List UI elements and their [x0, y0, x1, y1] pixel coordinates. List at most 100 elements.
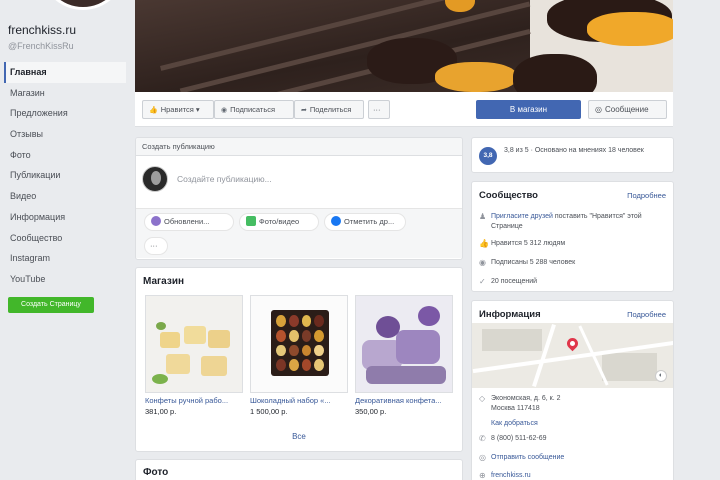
- nav-item-videos[interactable]: Видео: [4, 186, 126, 207]
- visits-row: ✓ 20 посещений: [479, 277, 664, 287]
- directions-link[interactable]: Как добраться: [491, 419, 538, 429]
- phone-icon: ✆: [479, 434, 486, 443]
- info-more-link[interactable]: Подробнее: [627, 310, 666, 319]
- website-link[interactable]: frenchkiss.ru: [491, 471, 531, 480]
- page-action-bar: 👍 Нравится ▾ ◉ Подписаться ➦ Поделиться ···…: [135, 92, 673, 127]
- product-image[interactable]: [250, 295, 348, 393]
- flower-shape: [418, 306, 440, 326]
- shop-title: Магазин: [143, 276, 185, 287]
- send-message-link[interactable]: Отправить сообщение: [491, 453, 564, 463]
- update-icon: [151, 216, 161, 227]
- location-icon: ◇: [479, 394, 486, 403]
- community-title: Сообщество: [479, 190, 538, 201]
- thumbs-up-icon: 👍: [149, 107, 158, 114]
- phone-number[interactable]: 8 (800) 511-62-69: [491, 434, 547, 444]
- phone-row: ✆ 8 (800) 511-62-69: [479, 434, 664, 444]
- website-row: ⊕ frenchkiss.ru: [479, 471, 664, 480]
- nav-item-shop[interactable]: Магазин: [4, 83, 126, 104]
- nav-item-home[interactable]: Главная: [4, 62, 126, 83]
- composer-title: Создать публикацию: [136, 138, 462, 156]
- product-card[interactable]: Шоколадный набор «... 1 500,00 р.: [250, 295, 348, 416]
- message-row: ◎ Отправить сообщение: [479, 453, 664, 463]
- location-map[interactable]: ◐: [472, 323, 673, 388]
- follow-button[interactable]: ◉ Подписаться: [214, 100, 294, 119]
- invite-row: ♟ Пригласите друзей поставить "Нравится"…: [479, 212, 642, 230]
- dessert-shape: [160, 332, 180, 348]
- product-card[interactable]: Конфеты ручной рабо... 381,00 р.: [145, 295, 243, 416]
- candy-piece: [513, 54, 597, 92]
- nav-item-community[interactable]: Сообщество: [4, 228, 126, 249]
- status-update-button[interactable]: Обновлени...: [144, 213, 234, 231]
- tag-friends-icon: [331, 216, 341, 227]
- composer-input[interactable]: Создайте публикацию...: [177, 174, 272, 184]
- photo-video-button[interactable]: Фото/видео: [239, 213, 319, 231]
- info-card: Информация Подробнее ◐ ◇ Экономская, д. …: [471, 300, 674, 480]
- like-button[interactable]: 👍 Нравится ▾: [142, 100, 214, 119]
- thumbs-up-icon: 👍: [479, 239, 489, 248]
- see-all-products-link[interactable]: Все: [136, 432, 462, 441]
- nav-item-reviews[interactable]: Отзывы: [4, 124, 126, 145]
- checkin-icon: ✓: [479, 277, 486, 286]
- nav-item-instagram[interactable]: Instagram: [4, 248, 126, 269]
- page-handle[interactable]: @FrenchKissRu: [8, 41, 74, 51]
- share-button[interactable]: ➦ Поделиться: [294, 100, 364, 119]
- address-row: ◇ Экономская, д. 6, к. 2 Москва 117418: [479, 394, 664, 414]
- address-text: Экономская, д. 6, к. 2 Москва 117418: [491, 395, 561, 412]
- composer-row[interactable]: Создайте публикацию...: [142, 166, 272, 192]
- page-nav: Главная Магазин Предложения Отзывы Фото …: [4, 62, 126, 290]
- left-sidebar: frenchkiss.ru @FrenchKissRu Главная Мага…: [0, 0, 130, 480]
- leaf-shape: [152, 374, 168, 384]
- map-pin-icon: [564, 335, 581, 352]
- rss-icon: ◉: [479, 258, 486, 267]
- dessert-shape: [184, 326, 206, 344]
- dessert-shape: [166, 354, 190, 374]
- product-card[interactable]: Декоративная конфета... 350,00 р.: [355, 295, 453, 416]
- cover-photo[interactable]: [135, 0, 673, 92]
- product-price: 350,00 р.: [355, 407, 387, 416]
- page-avatar[interactable]: [40, 0, 126, 10]
- followers-count: Подписаны 5 288 человек: [491, 259, 576, 266]
- followers-row: ◉ Подписаны 5 288 человек: [479, 258, 664, 268]
- product-price: 381,00 р.: [145, 407, 177, 416]
- nav-item-posts[interactable]: Публикации: [4, 165, 126, 186]
- nav-item-photos[interactable]: Фото: [4, 145, 126, 166]
- messenger-icon: ◎: [595, 105, 602, 114]
- product-name[interactable]: Декоративная конфета...: [355, 396, 453, 405]
- community-more-link[interactable]: Подробнее: [627, 191, 666, 200]
- composer-actions: Обновлени... Фото/видео Отметить др... ·…: [136, 208, 462, 258]
- info-title: Информация: [479, 309, 541, 320]
- more-actions-button[interactable]: ···: [368, 100, 390, 119]
- nav-item-info[interactable]: Информация: [4, 207, 126, 228]
- shop-now-button[interactable]: В магазин: [476, 100, 581, 119]
- photos-title[interactable]: Фото: [143, 467, 168, 478]
- product-name[interactable]: Шоколадный набор «...: [250, 396, 348, 405]
- create-page-button[interactable]: Создать Страницу: [8, 297, 94, 313]
- invite-friends-link[interactable]: Пригласите друзей: [491, 213, 553, 220]
- composer-card: Создать публикацию Создайте публикацию..…: [135, 137, 463, 260]
- street-view-icon[interactable]: ◐: [655, 370, 667, 382]
- directions-row: Как добраться: [479, 419, 664, 429]
- dessert-shape: [201, 356, 227, 376]
- tag-friends-button[interactable]: Отметить др...: [324, 213, 406, 231]
- composer-avatar: [142, 166, 168, 192]
- product-image[interactable]: [145, 295, 243, 393]
- dessert-shape: [208, 330, 230, 348]
- globe-icon: ⊕: [479, 471, 486, 480]
- message-button[interactable]: ◎ Сообщение: [588, 100, 667, 119]
- composer-more-button[interactable]: ···: [144, 237, 168, 255]
- flower-shape: [376, 316, 400, 338]
- rating-summary[interactable]: 3,8 из 5 · Основано на мнениях 18 челове…: [504, 146, 664, 156]
- leaf-shape: [156, 322, 166, 330]
- likes-row: 👍 Нравится 5 312 людям: [479, 239, 664, 249]
- nav-item-youtube[interactable]: YouTube: [4, 269, 126, 290]
- nav-item-offers[interactable]: Предложения: [4, 103, 126, 124]
- visits-count: 20 посещений: [491, 278, 538, 285]
- product-name[interactable]: Конфеты ручной рабо...: [145, 396, 243, 405]
- candy-piece: [587, 12, 673, 46]
- product-image[interactable]: [355, 295, 453, 393]
- candy-piece: [435, 62, 517, 92]
- photo-icon: [246, 216, 256, 227]
- rating-score-badge: 3,8: [479, 147, 497, 165]
- candy-shape: [366, 366, 446, 384]
- page-name[interactable]: frenchkiss.ru: [8, 23, 76, 37]
